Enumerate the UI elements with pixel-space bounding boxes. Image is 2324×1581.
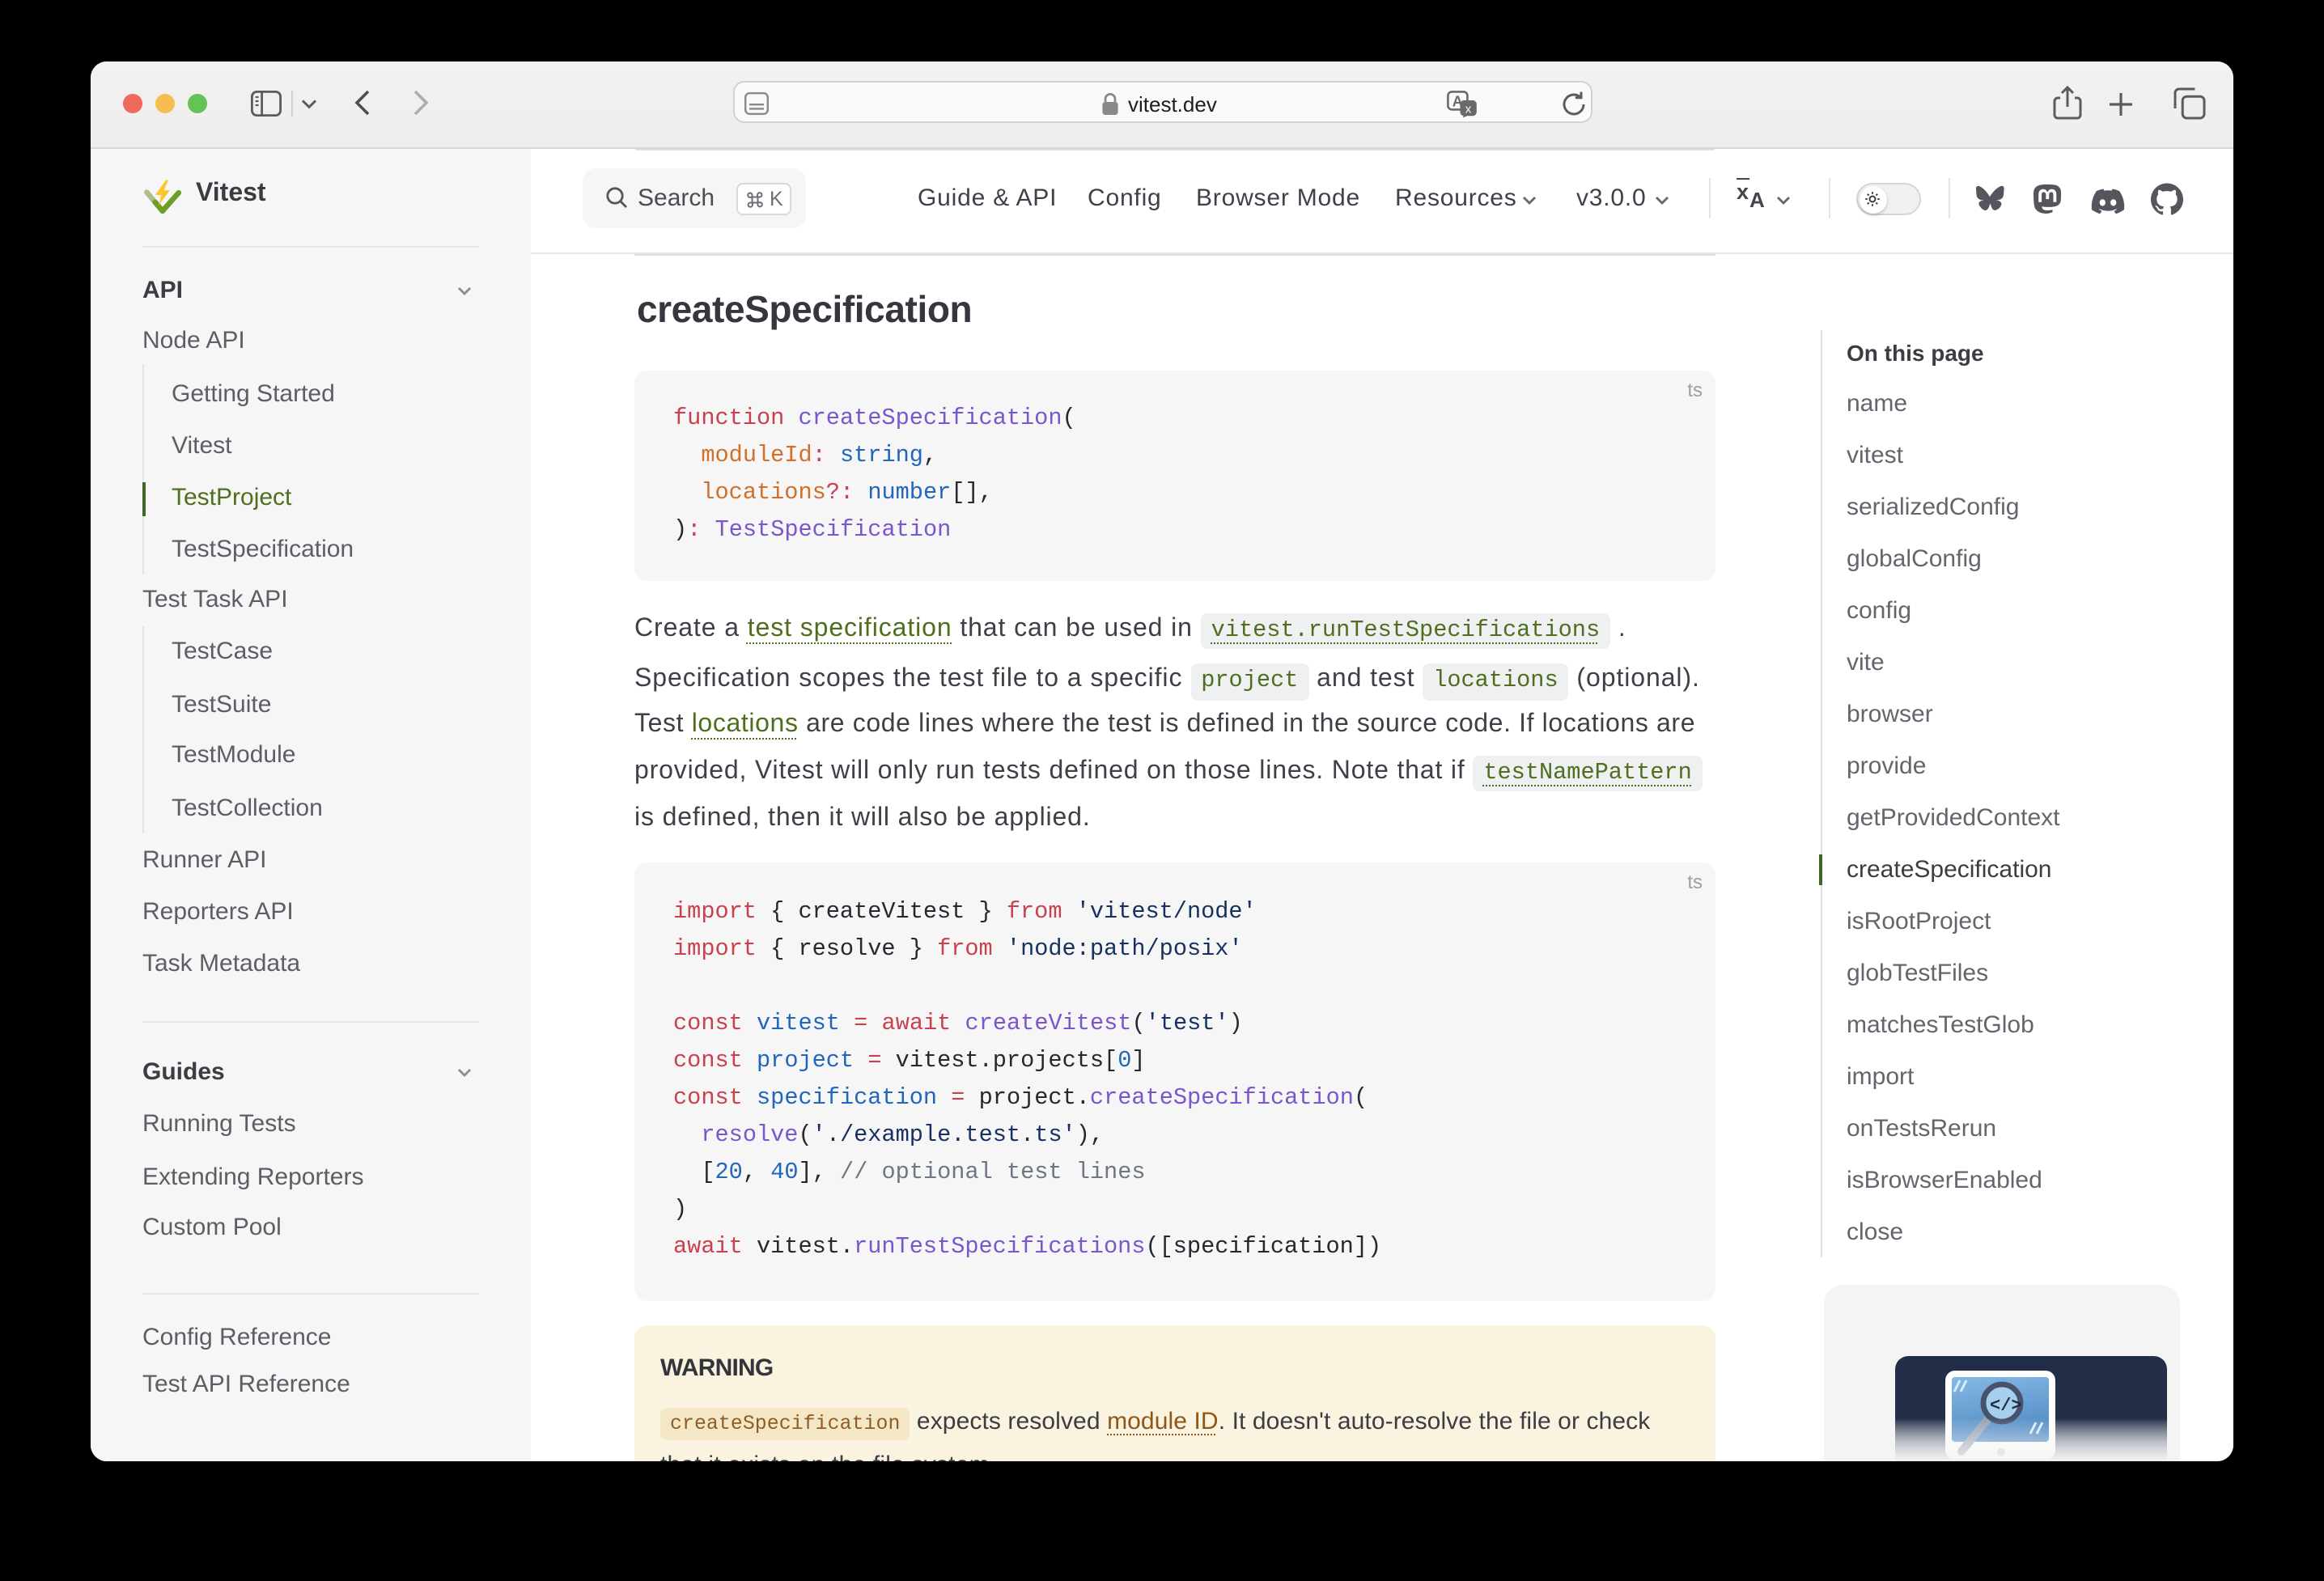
svg-text:x: x [1465, 103, 1472, 117]
svg-text:</>: </> [1990, 1396, 2022, 1416]
